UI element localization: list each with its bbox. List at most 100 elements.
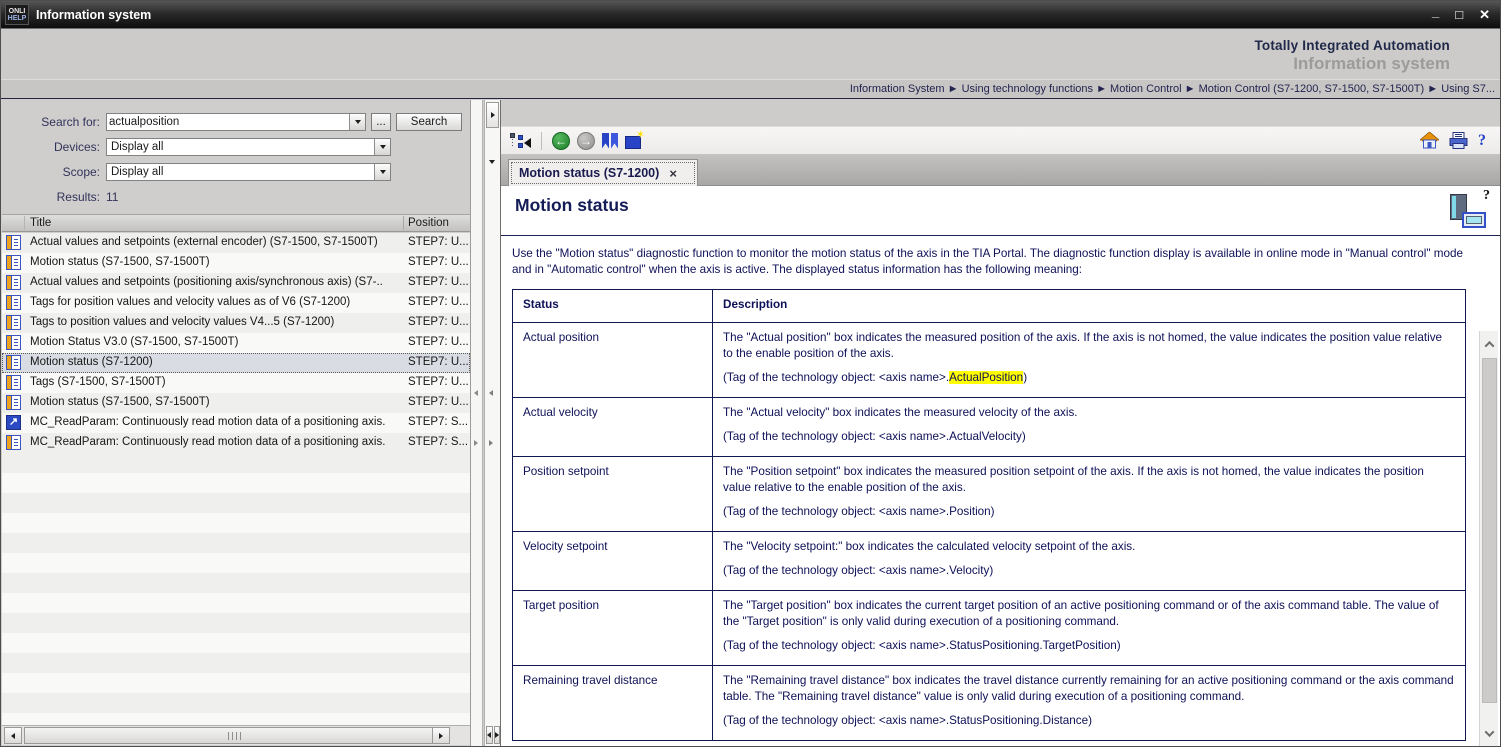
help-topic-icon (6, 355, 21, 370)
result-row-selected[interactable]: Motion status (S7-1200) STEP7: U... (2, 353, 470, 373)
scrollbar-thumb[interactable] (24, 727, 444, 744)
arrow-right-icon (439, 733, 443, 739)
help-topic-icon (6, 315, 21, 330)
bookmarks-icon[interactable] (602, 133, 618, 149)
intro-paragraph: Use the "Motion status" diagnostic funct… (512, 246, 1474, 277)
forward-button[interactable]: → (577, 132, 595, 150)
search-input[interactable] (109, 115, 347, 129)
arrow-right-icon (495, 732, 499, 738)
result-row[interactable]: MC_ReadParam: Continuously read motion d… (2, 433, 470, 453)
results-count: 11 (106, 188, 118, 206)
result-row[interactable]: Motion status (S7-1500, S7-1500T) STEP7:… (2, 253, 470, 273)
chevron-down-icon (380, 170, 386, 174)
back-button[interactable]: ← (552, 132, 570, 150)
table-row: Actual position The "Actual position" bo… (513, 323, 1466, 398)
help-panel: ← → (501, 100, 1500, 746)
search-combo (106, 113, 366, 131)
help-topic-icon (6, 255, 21, 270)
column-header-position[interactable]: Position (408, 217, 449, 229)
help-topic-icon (6, 275, 21, 290)
scroll-up-button[interactable] (1480, 333, 1498, 355)
tab-motion-status[interactable]: Motion status (S7-1200) × (508, 159, 698, 186)
arrow-left-icon (489, 390, 493, 396)
result-row[interactable]: ↗ MC_ReadParam: Continuously read motion… (2, 413, 470, 433)
results-list-empty-area (2, 453, 470, 725)
status-description-table: Status Description Actual position The "… (512, 289, 1466, 741)
help-topic-icon (6, 295, 21, 310)
content-vertical-scrollbar[interactable] (1479, 331, 1498, 746)
panel-splitter[interactable] (484, 100, 501, 746)
add-bookmark-icon[interactable] (625, 136, 641, 149)
page-title: Motion status (515, 195, 629, 216)
result-row[interactable]: Actual values and setpoints (external en… (2, 233, 470, 253)
splitter-left-button[interactable] (486, 726, 493, 744)
horizontal-scrollbar[interactable] (2, 725, 470, 745)
result-row[interactable]: Motion status (S7-1500, S7-1500T) STEP7:… (2, 393, 470, 413)
table-row: Actual velocity The "Actual velocity" bo… (513, 398, 1466, 457)
header-band: Totally Integrated Automation Informatio… (1, 28, 1500, 79)
column-header-title[interactable]: Title (30, 217, 51, 229)
home-icon[interactable] (1420, 132, 1439, 149)
help-topic-icon (6, 435, 21, 450)
chevron-down-icon (1484, 727, 1494, 737)
panel-help-icon[interactable]: ? (1450, 190, 1490, 232)
titlebar: ONLI HELP Information system _ □ ✕ (1, 1, 1500, 28)
result-row[interactable]: Tags to position values and velocity val… (2, 313, 470, 333)
scrollbar-thumb[interactable] (1482, 358, 1497, 703)
search-panel: Search for: ... Search Devices: Display … (2, 100, 471, 746)
result-row[interactable]: Actual values and setpoints (positioning… (2, 273, 470, 293)
brand-block: Totally Integrated Automation Informatio… (1254, 38, 1450, 74)
browse-button[interactable]: ... (371, 113, 391, 131)
main-area: Search for: ... Search Devices: Display … (1, 100, 1500, 746)
help-topic-icon (6, 235, 21, 250)
maximize-button[interactable]: □ (1455, 1, 1463, 28)
chevron-up-icon (1484, 340, 1494, 350)
devices-select[interactable]: Display all (106, 138, 391, 156)
scroll-right-button[interactable] (432, 727, 450, 744)
devices-value: Display all (111, 141, 372, 153)
close-button[interactable]: ✕ (1479, 1, 1490, 28)
search-hit-highlight: ActualPosition (949, 371, 1023, 384)
breadcrumb[interactable]: Information System ► Using technology fu… (850, 83, 1495, 95)
help-topic-icon (6, 375, 21, 390)
scope-select[interactable]: Display all (106, 163, 391, 181)
table-row: Remaining travel distance The "Remaining… (513, 666, 1466, 741)
tab-close-icon[interactable]: × (669, 166, 677, 181)
collapse-panel-button[interactable] (486, 102, 499, 128)
brand-line-1: Totally Integrated Automation (1254, 38, 1450, 53)
left-panel-vertical-scrollbar[interactable] (471, 100, 483, 746)
splitter-right-button[interactable] (494, 726, 501, 744)
arrow-right-icon (474, 440, 478, 446)
arrow-left-icon (11, 733, 15, 739)
information-system-window: ONLI HELP Information system _ □ ✕ Total… (0, 0, 1501, 747)
scope-value: Display all (111, 166, 372, 178)
arrow-left-icon (474, 390, 478, 396)
scroll-down-button[interactable] (1480, 722, 1498, 744)
result-row[interactable]: Tags (S7-1500, S7-1500T) STEP7: U... (2, 373, 470, 393)
results-table-header: Title Position (2, 214, 470, 232)
devices-label: Devices: (2, 138, 100, 156)
scroll-left-button[interactable] (4, 727, 22, 744)
scope-dropdown-button[interactable] (374, 164, 390, 180)
toolbar-separator (541, 132, 542, 150)
result-row[interactable]: Tags for position values and velocity va… (2, 293, 470, 313)
help-content: Motion status ? Use the "Motion status" … (501, 186, 1500, 746)
window-title: Information system (36, 8, 151, 22)
result-row[interactable]: Motion Status V3.0 (S7-1500, S7-1500T) S… (2, 333, 470, 353)
help-icon[interactable]: ? (1478, 132, 1486, 150)
arrow-down-icon[interactable] (489, 160, 495, 164)
arrow-left-icon (487, 732, 491, 738)
minimize-button[interactable]: _ (1432, 0, 1439, 25)
chevron-down-icon (355, 120, 361, 124)
devices-dropdown-button[interactable] (374, 139, 390, 155)
arrow-right-icon (491, 112, 495, 118)
table-row: Position setpoint The "Position setpoint… (513, 457, 1466, 532)
search-button[interactable]: Search (396, 113, 462, 131)
chevron-down-icon (380, 145, 386, 149)
locate-in-contents-icon[interactable] (509, 132, 531, 150)
print-icon[interactable] (1449, 132, 1468, 149)
results-label: Results: (2, 188, 100, 206)
search-dropdown-button[interactable] (349, 114, 365, 130)
tab-strip: Motion status (S7-1200) × (501, 155, 1500, 186)
help-toolbar: ← → (501, 126, 1500, 155)
